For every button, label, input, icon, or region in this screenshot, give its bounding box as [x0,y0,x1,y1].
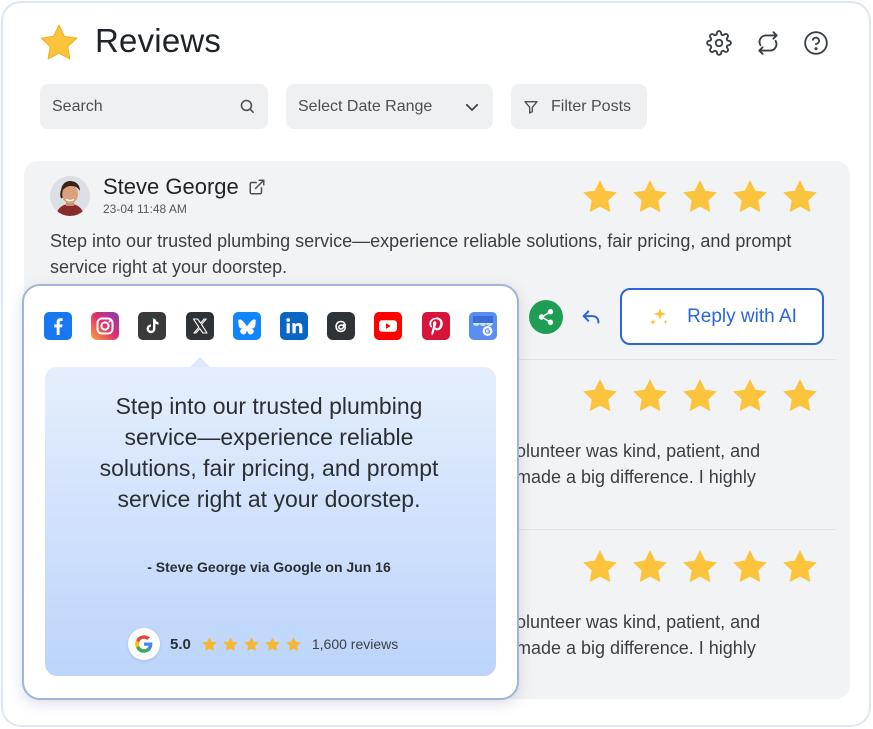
star-icon [783,180,817,213]
review-rating [580,547,820,587]
star-icon [683,379,717,412]
star-icon [40,24,78,60]
review-timestamp: 23-04 11:48 AM [103,202,187,216]
date-range-label: Select Date Range [298,97,433,115]
pinterest-icon[interactable] [421,312,450,340]
star-icon [683,180,717,213]
share-icon [538,309,554,325]
filter-posts-button[interactable]: Filter Posts [511,84,647,129]
google-business-icon[interactable] [468,312,497,340]
tiktok-icon[interactable] [138,312,167,340]
review-text: Step into our trusted plumbing service—e… [50,231,792,277]
review-count: 1,600 reviews [311,636,399,652]
review-rating [580,376,820,416]
filter-posts-label: Filter Posts [551,97,632,115]
preview-rating-row: 5.0 1,600 reviews [128,628,398,660]
rating-value: 5.0 [170,635,191,653]
filter-icon [524,100,538,114]
preview-attribution: - Steve George via Google on Jun 16 [147,559,391,575]
search-input[interactable] [52,97,239,116]
reply-with-ai-label: Reply with AI [687,305,797,327]
share-button[interactable] [529,300,563,334]
social-platform-picker [44,312,497,340]
star-icon [633,180,667,213]
star-icon [244,636,259,651]
threads-icon[interactable] [327,312,356,340]
star-icon [783,550,817,583]
star-icon [733,550,767,583]
rating-stars [201,636,302,653]
avatar [50,176,90,216]
refresh-icon[interactable] [755,30,781,56]
review-text-line: made a big difference. I highly [516,638,756,658]
preview-quote: Step into our trusted plumbing service—e… [99,393,439,512]
reply-with-ai-button[interactable]: Reply with AI [620,288,824,345]
x-icon[interactable] [185,312,214,340]
search-icon [240,99,254,113]
gear-icon[interactable] [706,30,732,56]
reply-icon[interactable] [580,306,602,328]
star-icon [286,636,301,651]
star-icon [733,180,767,213]
star-icon [223,636,238,651]
youtube-icon[interactable] [374,312,403,340]
review-text: olunteer was kind, patient, and made a b… [516,609,816,661]
star-icon [633,379,667,412]
star-icon [683,550,717,583]
star-icon [265,636,280,651]
star-icon [633,550,667,583]
page-title: Reviews [95,22,222,59]
review-text-line: olunteer was kind, patient, and [516,441,761,461]
sparkle-icon [650,307,668,325]
star-icon [202,636,217,651]
star-icon [583,379,617,412]
google-logo-icon [128,628,160,660]
external-link-icon[interactable] [248,178,266,196]
star-icon [783,379,817,412]
search-field[interactable] [40,84,268,129]
linkedin-icon[interactable] [279,312,308,340]
help-icon[interactable] [803,30,829,56]
review-text-line: made a big difference. I highly [516,467,756,487]
star-icon [583,180,617,213]
review-text-line: olunteer was kind, patient, and [516,612,761,632]
review-text: olunteer was kind, patient, and made a b… [516,438,816,490]
date-range-select[interactable]: Select Date Range [286,84,493,129]
instagram-icon[interactable] [91,312,120,340]
reviewer-name[interactable]: Steve George [103,174,239,200]
chevron-down-icon [465,103,479,111]
facebook-icon[interactable] [44,312,72,340]
star-icon [583,550,617,583]
bluesky-icon[interactable] [232,312,261,340]
review-rating [580,177,820,217]
star-icon [733,379,767,412]
